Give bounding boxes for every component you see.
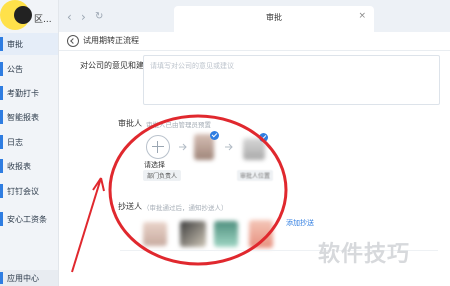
approver-hint: 审批人已由管理员预置 — [146, 121, 211, 129]
page-title: 试用期转正流程 — [83, 36, 139, 45]
watermark: 软件技巧 — [318, 242, 411, 267]
tab-title: 审批 — [266, 13, 282, 22]
refresh-icon[interactable]: ↻ — [95, 11, 103, 22]
sidebar-marker — [0, 86, 3, 100]
page-header: 试用期转正流程 — [59, 32, 450, 51]
back-icon[interactable] — [67, 35, 79, 47]
check-icon — [210, 131, 219, 140]
arrow-right-icon — [179, 143, 187, 151]
annotation-arrow-head — [92, 177, 105, 192]
arrow-right-icon — [225, 143, 233, 151]
sidebar-item[interactable]: 日志 — [0, 131, 58, 153]
sidebar-item-label: 收报表 — [7, 161, 31, 171]
sidebar-marker — [0, 62, 3, 76]
approver-label: 审批人 — [118, 119, 142, 128]
sidebar-item-label: 安心工资条 — [7, 214, 47, 224]
sidebar-item[interactable]: 公告 — [0, 58, 58, 80]
sidebar-item[interactable]: 智能报表 — [0, 106, 58, 128]
sidebar-marker — [0, 212, 3, 226]
sidebar-item[interactable]: 钉钉会议 — [0, 180, 58, 202]
sidebar-item-label: 公告 — [7, 64, 23, 74]
sidebar-marker — [0, 159, 3, 173]
opinion-input[interactable]: 请填写对公司的意见或建议 — [143, 55, 440, 105]
sidebar-item-label: 智能报表 — [7, 112, 39, 122]
sidebar-item-app-center[interactable]: 应用中心 — [0, 270, 58, 286]
cc-avatar[interactable] — [180, 221, 206, 247]
approver-select-text: 请选择 — [144, 161, 165, 169]
cc-avatar[interactable] — [143, 222, 167, 246]
sidebar-item-label: 审批 — [7, 39, 23, 49]
sidebar-item-label: 应用中心 — [7, 274, 39, 283]
tab-approval[interactable]: 审批 × — [174, 6, 374, 32]
opinion-placeholder: 请填写对公司的意见或建议 — [150, 62, 234, 70]
app-logo-area[interactable]: 区... — [0, 0, 58, 36]
app-name: 区... — [34, 15, 52, 25]
dept-tag: 部门负责人 — [143, 170, 182, 181]
sidebar-item-label: 考勤打卡 — [7, 88, 39, 98]
sidebar-marker — [0, 110, 3, 124]
add-cc-link[interactable]: 添加抄送 — [286, 218, 314, 228]
sidebar-marker — [0, 184, 3, 198]
cc-avatar[interactable] — [249, 220, 273, 248]
check-icon — [259, 133, 268, 142]
sidebar-item[interactable]: 考勤打卡 — [0, 82, 58, 104]
close-icon[interactable]: × — [358, 11, 366, 21]
opinion-label: 对公司的意见和建议 — [80, 61, 152, 70]
back-nav-icon[interactable]: ‹ — [67, 10, 72, 24]
approver-tag: 审批人位置 — [237, 170, 274, 181]
annotation-arrow-shaft — [71, 177, 102, 273]
forward-nav-icon[interactable]: › — [81, 10, 86, 24]
sidebar-item[interactable]: 安心工资条 — [0, 208, 58, 230]
cc-label: 抄送人 — [118, 202, 142, 211]
sidebar-item-label: 钉钉会议 — [7, 186, 39, 196]
add-approver-button[interactable] — [146, 135, 170, 159]
sidebar-item[interactable]: 审批 — [0, 33, 58, 55]
avatar — [14, 6, 32, 24]
title-bar: ‹ › ↻ 审批 × — [59, 0, 450, 32]
sidebar-item[interactable]: 收报表 — [0, 155, 58, 177]
sidebar-item-label: 日志 — [7, 137, 23, 147]
sidebar-marker — [0, 37, 3, 51]
cc-hint: （审批通过后，通知抄送人） — [143, 204, 228, 212]
sidebar-marker — [0, 272, 3, 284]
sidebar-marker — [0, 135, 3, 149]
cc-avatar[interactable] — [214, 221, 238, 247]
app-sidebar: 区... 审批公告考勤打卡智能报表日志收报表钉钉会议安心工资条 应用中心 — [0, 0, 59, 286]
